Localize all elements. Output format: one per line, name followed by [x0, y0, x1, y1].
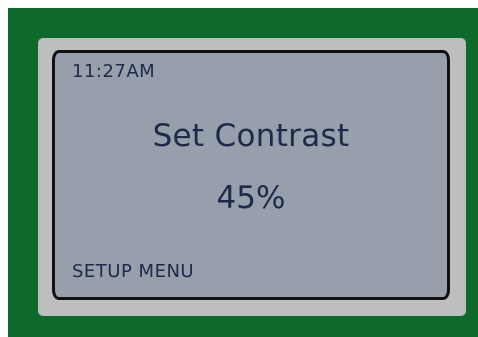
lcd-screen: 11:27AM Set Contrast 45% SETUP MENU — [52, 50, 450, 300]
screen-title: Set Contrast — [152, 118, 350, 154]
setup-menu-label[interactable]: SETUP MENU — [72, 261, 194, 282]
contrast-value[interactable]: 45% — [55, 180, 447, 216]
lcd-bezel: 11:27AM Set Contrast 45% SETUP MENU — [38, 38, 466, 316]
clock-readout: 11:27AM — [72, 61, 156, 82]
device-panel: 11:27AM Set Contrast 45% SETUP MENU — [8, 8, 478, 337]
